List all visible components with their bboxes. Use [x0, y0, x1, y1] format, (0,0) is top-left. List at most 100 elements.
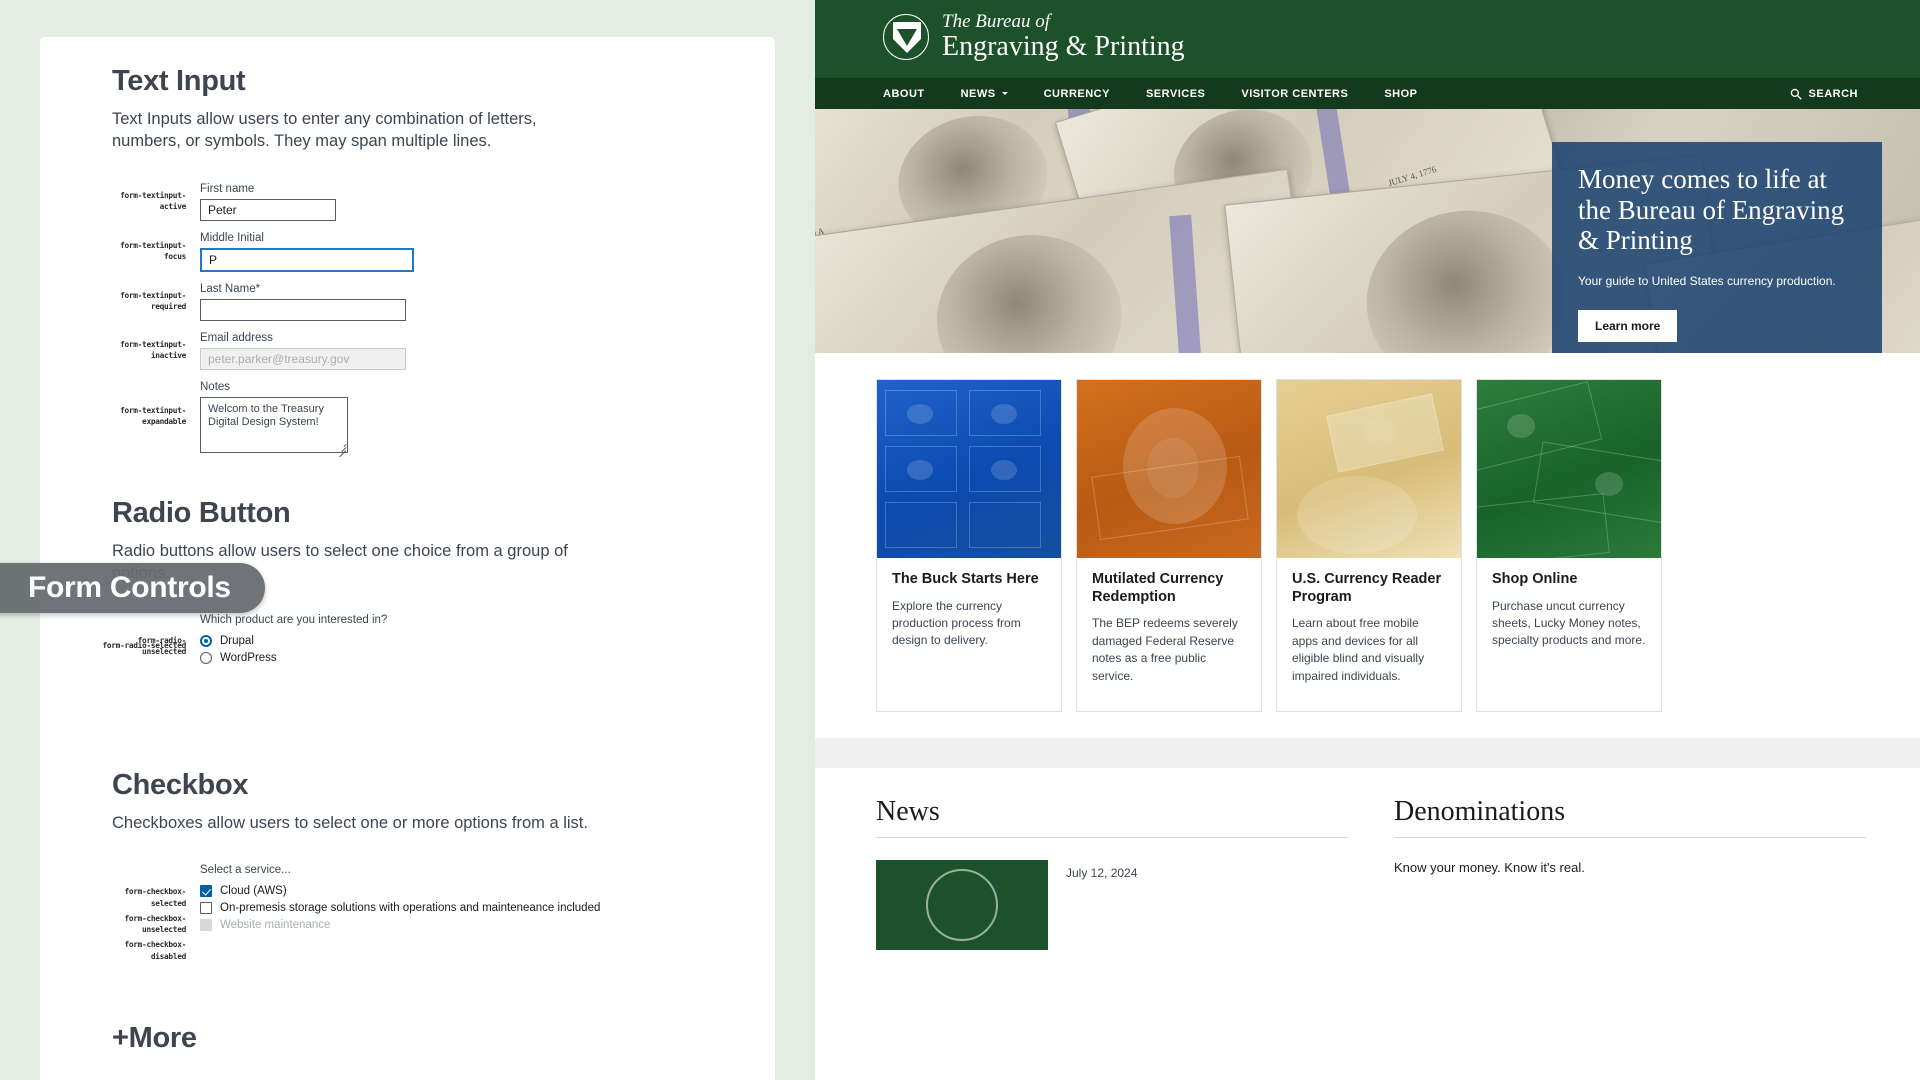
- nav-item-currency[interactable]: CURRENCY: [1044, 88, 1110, 100]
- search-icon: [1790, 88, 1802, 100]
- search-button[interactable]: SEARCH: [1790, 88, 1858, 100]
- annotation-textinput-focus: form-textinput-focus: [120, 241, 186, 261]
- card-text: Learn about free mobile apps and devices…: [1292, 616, 1425, 683]
- bep-website: The Bureau of Engraving & Printing ABOUT…: [815, 0, 1920, 1080]
- section-title-radio-button: Radio Button: [112, 496, 291, 529]
- nav-item-services[interactable]: SERVICES: [1146, 88, 1205, 100]
- hero-banner: 8349 A JULY 4, 1776 FEDERAL RESERVE NOTE…: [815, 109, 1920, 353]
- lower-section: News July 12, 2024 Denominations Know yo…: [815, 767, 1920, 950]
- field-row-notes: form-textinput-expandable Notes Welcom t…: [112, 380, 713, 457]
- card-thumbnail-mutilated-currency: [1077, 380, 1261, 558]
- annotation-textinput-inactive: form-textinput-inactive: [120, 340, 186, 360]
- form-controls-badge-label: Form Controls: [28, 571, 231, 604]
- design-system-card: Text Input Text Inputs allow users to en…: [40, 37, 775, 1080]
- feature-card[interactable]: U.S. Currency Reader Program Learn about…: [1276, 379, 1462, 712]
- nav-item-visitor-centers[interactable]: VISITOR CENTERS: [1241, 88, 1348, 100]
- denominations-text: Know your money. Know it's real.: [1394, 859, 1585, 875]
- checkbox-option-website-maintenance: Website maintenance: [200, 919, 713, 932]
- middle-initial-input[interactable]: P: [200, 247, 414, 272]
- design-system-pane: Text Input Text Inputs allow users to en…: [0, 0, 815, 1080]
- checkbox-icon-checked[interactable]: [200, 885, 212, 898]
- chevron-down-icon: [1001, 92, 1008, 95]
- section-divider: [815, 737, 1920, 768]
- section-title-text-input: Text Input: [112, 65, 246, 97]
- news-thumbnail: [876, 859, 1048, 950]
- field-row-email: form-textinput-inactive Email address pe…: [112, 332, 713, 370]
- radio-icon-selected[interactable]: [200, 635, 212, 648]
- label-first-name: First name: [200, 182, 255, 195]
- feature-card[interactable]: Mutilated Currency Redemption The BEP re…: [1076, 379, 1262, 712]
- search-label: SEARCH: [1808, 87, 1858, 100]
- nav-label-about: ABOUT: [883, 87, 925, 100]
- checkbox-option-cloud-aws[interactable]: Cloud (AWS): [200, 885, 713, 898]
- last-name-input[interactable]: [200, 298, 406, 321]
- card-text: Purchase uncut currency sheets, Lucky Mo…: [1492, 598, 1646, 648]
- feature-card[interactable]: The Buck Starts Here Explore the currenc…: [876, 379, 1062, 712]
- annotation-textinput-expandable: form-textinput-expandable: [120, 406, 186, 426]
- nav-label-news: NEWS: [960, 87, 996, 100]
- hero-learn-more-button[interactable]: Learn more: [1578, 309, 1678, 342]
- annotation-radio-selected: form-radio-selected: [102, 641, 187, 651]
- news-date: July 12, 2024: [1066, 865, 1138, 880]
- site-nav: ABOUT NEWS CURRENCY SERVICES VISITOR CEN…: [815, 78, 1920, 109]
- label-notes: Notes: [200, 380, 231, 393]
- radio-group-legend: Which product are you interested in?: [200, 614, 388, 627]
- radio-option-wordpress[interactable]: WordPress: [200, 652, 713, 665]
- hero-heading: Money comes to life at the Bureau of Eng…: [1578, 164, 1845, 255]
- more-heading[interactable]: +More: [112, 1022, 713, 1055]
- checkbox-label-cloud-aws: Cloud (AWS): [220, 885, 287, 898]
- nav-label-shop: SHOP: [1384, 87, 1418, 100]
- hero-subtext: Your guide to United States currency pro…: [1578, 273, 1836, 288]
- nav-item-about[interactable]: ABOUT: [883, 88, 925, 100]
- radio-label-wordpress: WordPress: [220, 652, 277, 665]
- section-desc-checkbox: Checkboxes allow users to select one or …: [112, 814, 588, 833]
- brand-line-2: Engraving & Printing: [942, 31, 1185, 62]
- checkbox-label-website-maintenance: Website maintenance: [220, 919, 331, 932]
- checkbox-label-on-premesis: On-premesis storage solutions with opera…: [220, 902, 601, 915]
- label-email-address: Email address: [200, 331, 273, 344]
- nav-item-shop[interactable]: SHOP: [1384, 88, 1417, 100]
- card-text: The BEP redeems severely damaged Federal…: [1092, 616, 1238, 683]
- field-row-middle-initial: form-textinput-focus Middle Initial P: [112, 232, 713, 272]
- brand-line-1: The Bureau of: [942, 11, 1051, 32]
- nav-label-services: SERVICES: [1145, 87, 1206, 100]
- section-title-checkbox: Checkbox: [112, 769, 249, 802]
- site-header: The Bureau of Engraving & Printing: [815, 0, 1920, 78]
- annotation-checkbox-group: form-checkbox-selected form-checkbox-uns…: [112, 864, 200, 962]
- card-thumbnail-shop-online: [1477, 380, 1661, 558]
- form-controls-badge: Form Controls: [0, 563, 265, 613]
- card-thumbnail-currency-reader: [1277, 380, 1461, 558]
- card-title: Mutilated Currency Redemption: [1092, 571, 1224, 605]
- first-name-input[interactable]: Peter: [200, 198, 336, 221]
- field-row-first-name: form-textinput-active First name Peter: [112, 183, 713, 221]
- section-desc-text-input: Text Inputs allow users to enter any com…: [112, 110, 537, 151]
- radio-option-drupal[interactable]: Drupal: [200, 635, 713, 648]
- annotation-textinput-required: form-textinput-required: [120, 291, 186, 311]
- checkbox-option-on-premesis[interactable]: On-premesis storage solutions with opera…: [200, 902, 713, 915]
- site-brand[interactable]: The Bureau of Engraving & Printing: [883, 12, 1185, 62]
- annotation-radio-group: form-radio-unselected form-radio-selecte…: [103, 614, 200, 657]
- denominations-heading: Denominations: [1394, 796, 1866, 838]
- feature-card-grid: The Buck Starts Here Explore the currenc…: [815, 353, 1920, 712]
- label-middle-initial: Middle Initial: [200, 231, 264, 244]
- annotation-checkbox-disabled: form-checkbox-disabled: [124, 940, 186, 961]
- annotation-checkbox-unselected: form-checkbox-unselected: [124, 913, 186, 935]
- card-thumbnail-buck-starts-here: [877, 380, 1061, 558]
- card-title: The Buck Starts Here: [892, 571, 1039, 587]
- checkbox-icon-disabled: [200, 919, 212, 932]
- field-row-last-name: form-textinput-required Last Name*: [112, 283, 713, 321]
- bep-seal-icon: [883, 14, 929, 60]
- label-last-name: Last Name*: [200, 282, 261, 295]
- news-heading: News: [876, 796, 1348, 838]
- notes-textarea[interactable]: Welcom to the Treasury Digital Design Sy…: [200, 396, 348, 453]
- nav-label-currency: CURRENCY: [1043, 87, 1110, 100]
- radio-icon-unselected[interactable]: [200, 652, 212, 665]
- nav-item-news[interactable]: NEWS: [961, 88, 1008, 100]
- news-item[interactable]: July 12, 2024: [876, 859, 1348, 950]
- news-column: News July 12, 2024: [876, 796, 1348, 950]
- radio-label-drupal: Drupal: [220, 635, 254, 648]
- checkbox-icon-unchecked[interactable]: [200, 902, 212, 915]
- checkbox-group-legend: Select a service...: [200, 864, 291, 877]
- feature-card[interactable]: Shop Online Purchase uncut currency shee…: [1476, 379, 1662, 712]
- card-text: Explore the currency production process …: [892, 598, 1021, 648]
